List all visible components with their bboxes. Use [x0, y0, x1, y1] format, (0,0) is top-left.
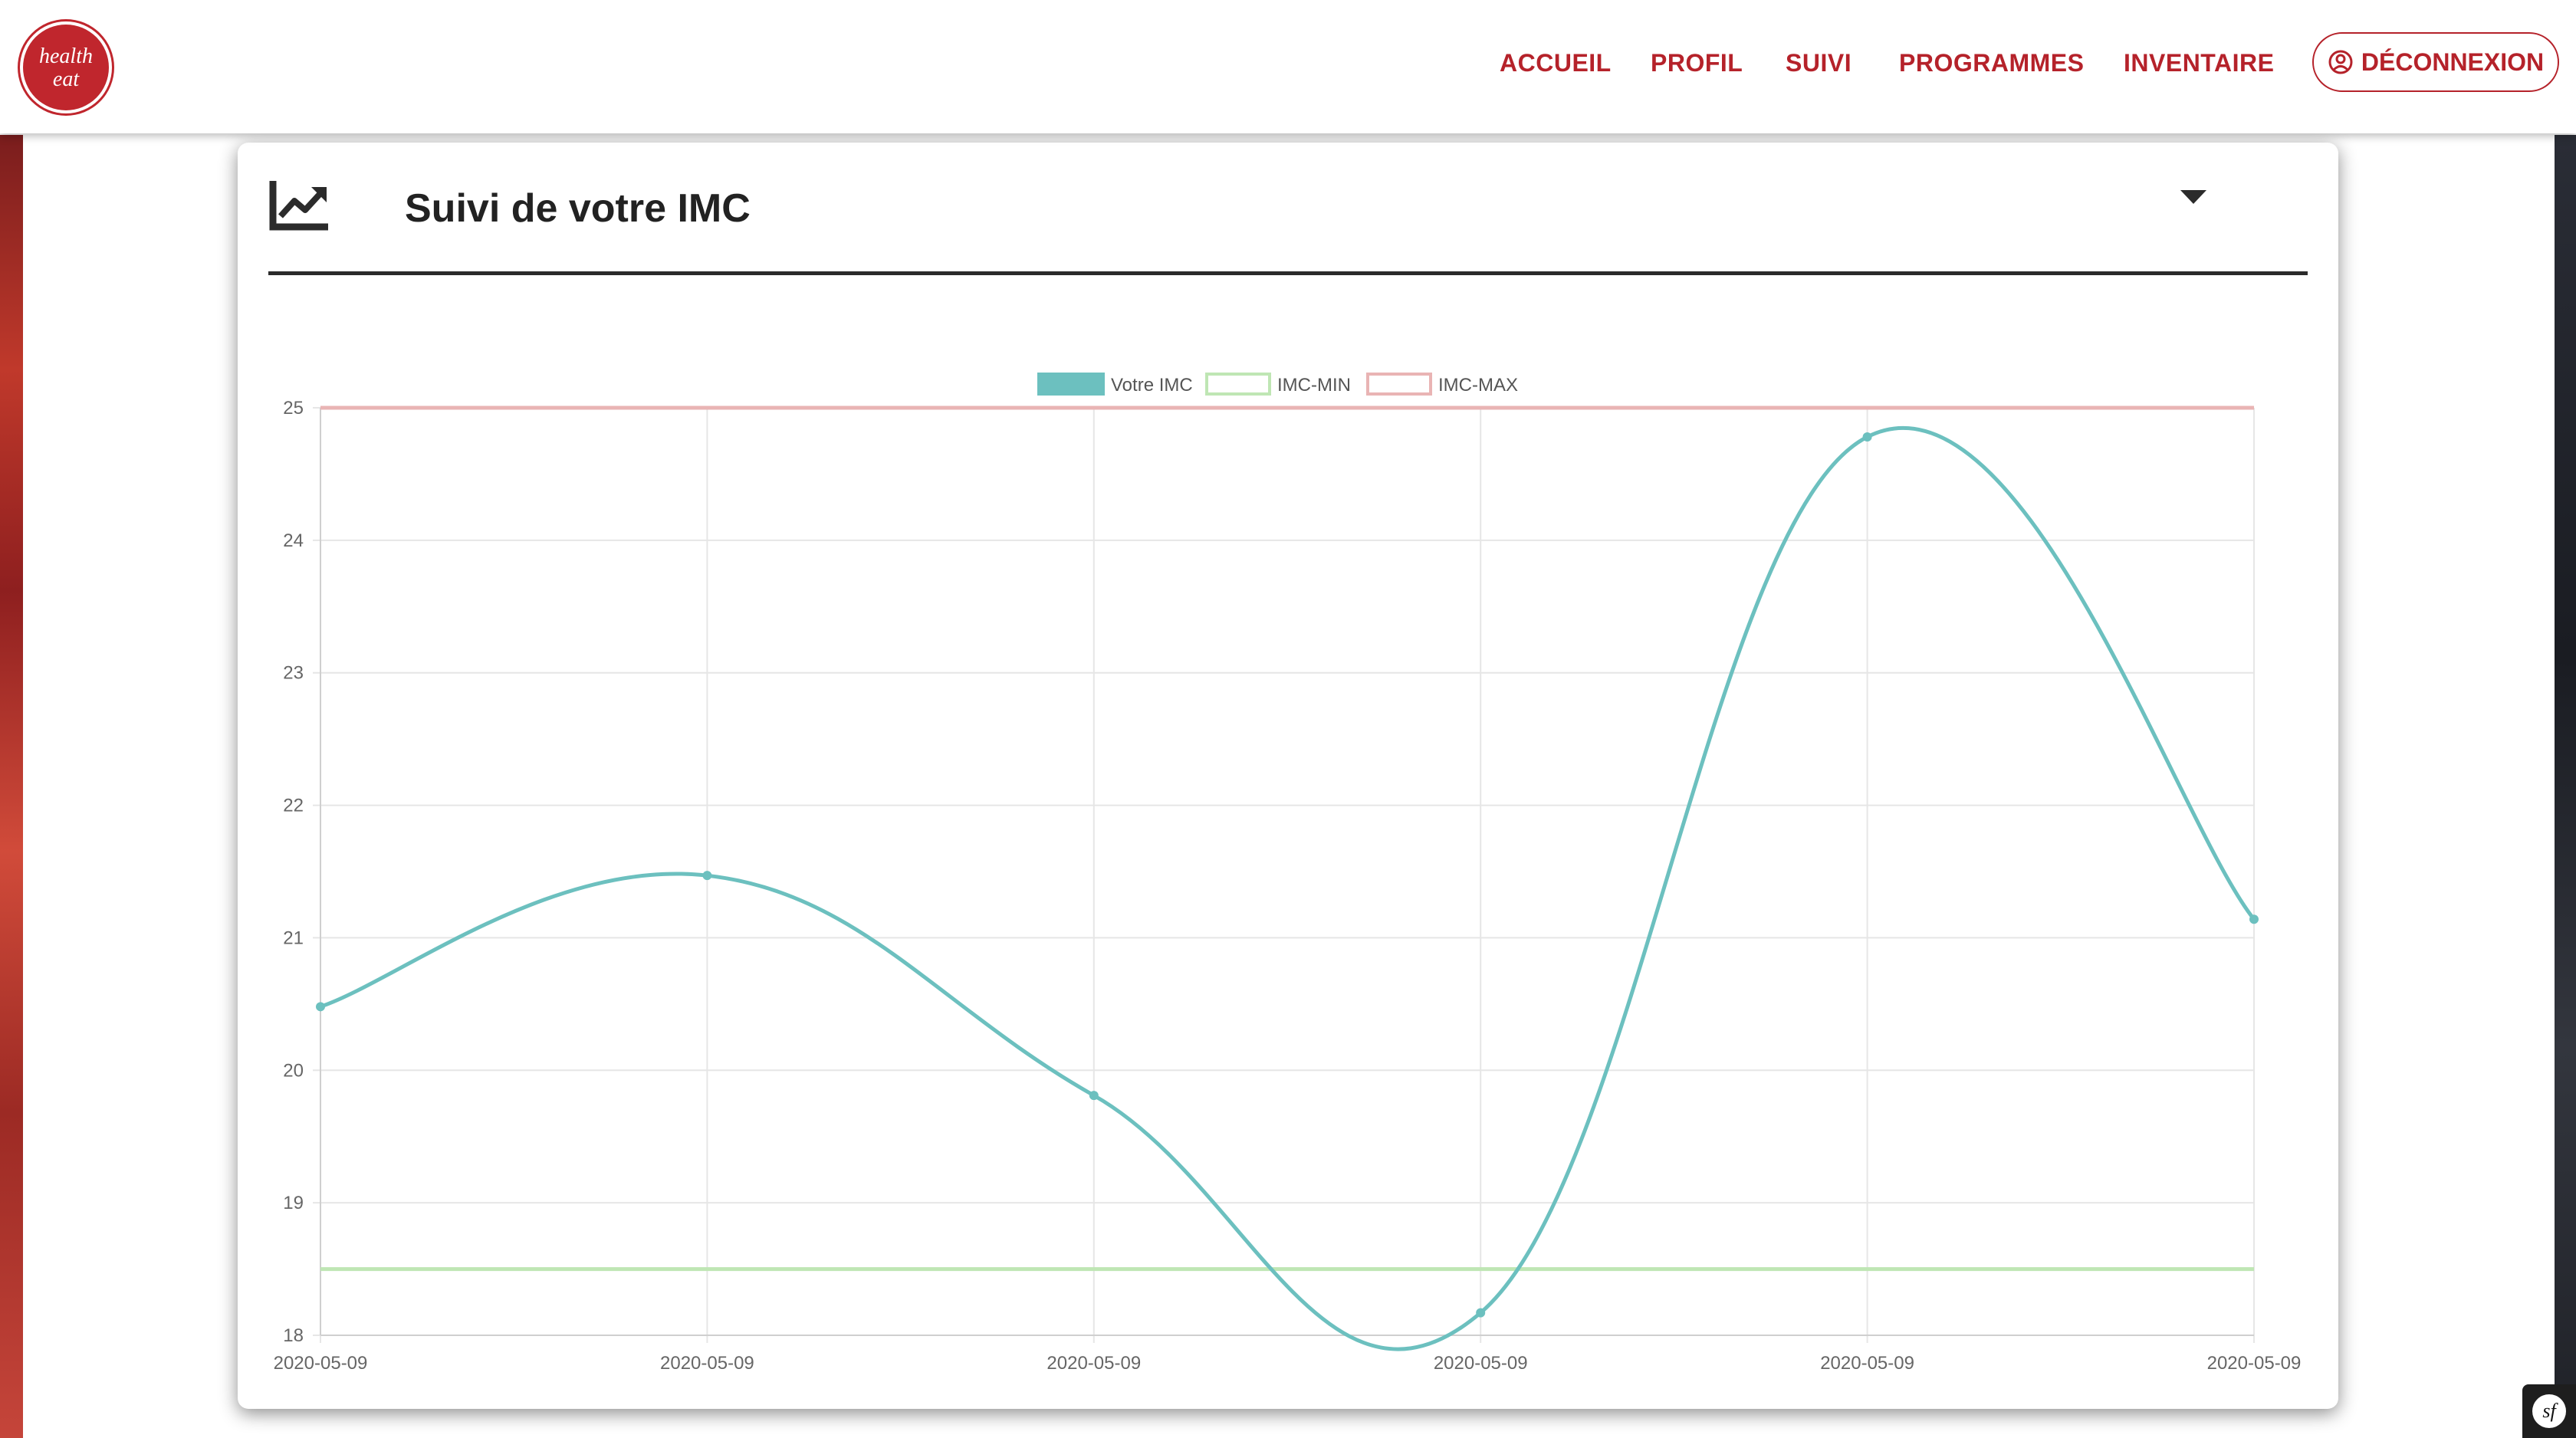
x-tick-label: 2020-05-09 [274, 1353, 368, 1374]
logo-mark: health eat [39, 44, 93, 91]
series-line-votre-imc [320, 426, 2256, 1351]
user-circle-icon [2328, 50, 2353, 74]
y-tick-label: 21 [283, 927, 304, 948]
y-tick-label: 20 [283, 1060, 304, 1081]
legend-label[interactable]: IMC-MAX [1438, 375, 1518, 396]
legend-swatch[interactable] [1037, 373, 1105, 396]
logout-button[interactable]: DÉCONNEXION [2312, 32, 2559, 92]
x-tick-label: 2020-05-09 [2207, 1353, 2302, 1374]
data-point-imc[interactable] [2249, 914, 2259, 924]
x-tick-label: 2020-05-09 [1820, 1353, 1914, 1374]
data-point-imc[interactable] [1862, 432, 1872, 442]
y-tick-label: 25 [283, 398, 304, 419]
nav-suivi[interactable]: SUIVI [1786, 43, 1852, 83]
y-tick-label: 19 [283, 1193, 304, 1213]
legend-label[interactable]: IMC-MIN [1277, 375, 1351, 396]
health-eat-logo[interactable]: health eat [23, 25, 109, 110]
data-point-imc[interactable] [316, 1002, 325, 1012]
navbar: health eat ACCUEIL PROFIL SUIVI PROGRAMM… [0, 0, 2576, 133]
y-tick-label: 22 [283, 796, 304, 816]
nav-profil[interactable]: PROFIL [1651, 43, 1743, 83]
logout-label: DÉCONNEXION [2361, 48, 2545, 76]
logo-text-eat: eat [53, 67, 80, 91]
legend-swatch[interactable] [1366, 373, 1432, 396]
x-tick-label: 2020-05-09 [660, 1353, 754, 1374]
y-tick-label: 23 [283, 663, 304, 684]
x-tick-label: 2020-05-09 [1434, 1353, 1528, 1374]
nav-accueil[interactable]: ACCUEIL [1500, 43, 1612, 83]
legend-label[interactable]: Votre IMC [1111, 375, 1193, 396]
background-photo-right [2555, 135, 2576, 1438]
legend-swatch[interactable] [1205, 373, 1271, 396]
symfony-toolbar-toggle[interactable]: sf [2522, 1384, 2576, 1438]
nav-inventaire[interactable]: INVENTAIRE [2124, 43, 2274, 83]
imc-chart: 18 19 20 21 22 23 24 25 2020-05-09 2020-05-09 2020… [274, 373, 2302, 1374]
imc-card: Suivi de votre IMC 18 19 20 21 22 23 24 25 2020-… [238, 143, 2338, 1409]
y-tick-label: 18 [283, 1325, 304, 1346]
logo-text-health: health [39, 44, 93, 68]
data-point-imc[interactable] [1089, 1091, 1099, 1101]
data-point-imc[interactable] [1476, 1308, 1486, 1318]
nav-programmes[interactable]: PROGRAMMES [1899, 43, 2084, 83]
y-tick-label: 24 [283, 530, 304, 551]
symfony-icon: sf [2532, 1394, 2566, 1428]
data-point-imc[interactable] [702, 871, 712, 881]
background-photo-left [0, 135, 23, 1438]
x-tick-label: 2020-05-09 [1046, 1353, 1141, 1374]
